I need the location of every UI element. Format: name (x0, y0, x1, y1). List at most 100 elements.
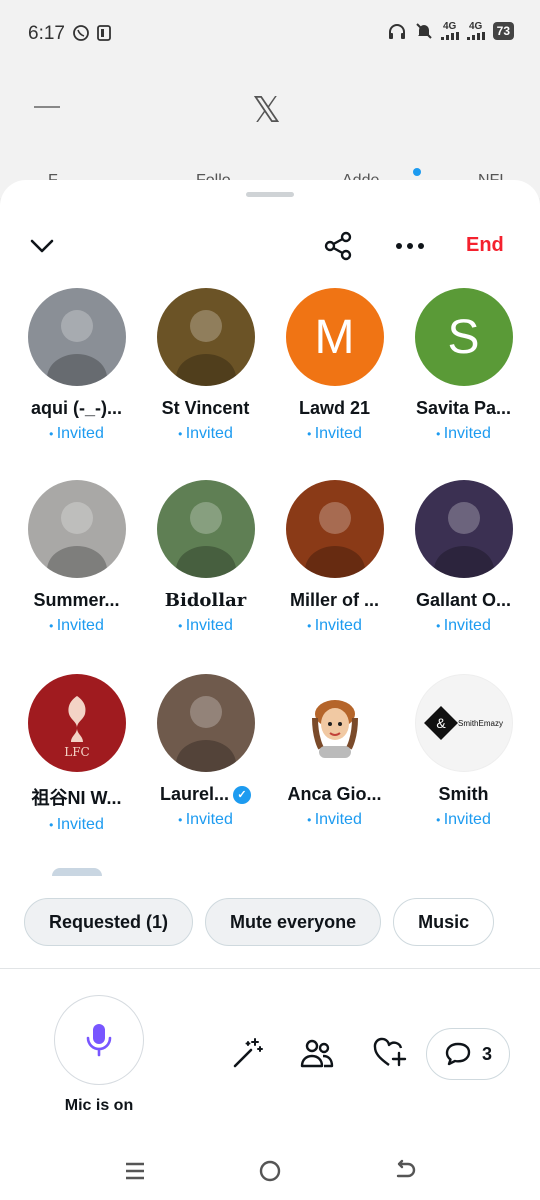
cartoon-avatar-icon (311, 700, 358, 758)
participants-button[interactable] (297, 1033, 337, 1073)
participant-card[interactable]: Gallant O... Invited (399, 480, 528, 635)
battery-level: 73 (492, 22, 514, 40)
participant-name-text: St Vincent (161, 398, 250, 418)
photo-placeholder-icon (46, 310, 107, 386)
invite-status: Invited (12, 816, 141, 834)
logo-text: SmithEmazy (458, 718, 503, 728)
reactions-button[interactable] (228, 1033, 268, 1073)
avatar (285, 480, 384, 578)
participant-name-text: Summer... (33, 590, 120, 610)
participant-card[interactable]: Bidollar Invited (141, 480, 270, 635)
verified-badge-icon: ✓ (233, 785, 252, 804)
avatar: LFC (27, 674, 126, 772)
signal-indicator-1: 4G (440, 22, 459, 40)
notification-dot (413, 168, 421, 176)
recents-button[interactable] (120, 1158, 150, 1184)
photo-placeholder-icon (433, 502, 494, 578)
back-button[interactable] (390, 1158, 420, 1184)
drag-handle[interactable] (246, 192, 294, 197)
system-nav-bar (0, 1140, 540, 1200)
magic-wand-icon (233, 1038, 263, 1068)
notification-icon (97, 25, 111, 41)
home-button[interactable] (255, 1158, 285, 1184)
add-cohost-button[interactable] (370, 1033, 410, 1073)
mic-icon (86, 1024, 112, 1057)
avatar: & SmithEmazy (414, 674, 513, 772)
participant-name: Smith (399, 784, 528, 805)
participant-card[interactable]: Anca Gio... Invited (270, 674, 399, 829)
photo-placeholder-icon (304, 502, 365, 578)
participant-card[interactable]: aqui (-_-)... Invited (12, 288, 141, 443)
participant-card[interactable]: Miller of ... Invited (270, 480, 399, 635)
participant-name: Summer... (12, 590, 141, 611)
back-icon (396, 1159, 416, 1178)
invite-status: Invited (399, 425, 528, 443)
avatar (27, 480, 126, 578)
invite-status: Invited (12, 617, 141, 635)
participant-name-text: Gallant O... (415, 590, 512, 610)
status-bar: 6:17 4G 4G 73 (0, 0, 540, 68)
mic-status-label: Mic is on (64, 1097, 134, 1114)
avatar: S (414, 288, 513, 386)
whatsapp-icon (73, 25, 89, 41)
participant-name-text: Savita Pa... (415, 398, 512, 418)
participant-name: Laurel... ✓ (141, 784, 270, 805)
participant-card[interactable]: LFC 祖谷NI W... Invited (12, 674, 141, 834)
end-space-button[interactable]: End (466, 234, 504, 257)
requested-button[interactable]: Requested (1) (24, 898, 194, 946)
participant-card[interactable]: & SmithEmazy Smith Invited (399, 674, 528, 829)
participant-name-text: 祖谷NI W... (31, 788, 122, 808)
comments-button[interactable]: 3 (426, 1028, 510, 1080)
background-app: 𝕏 F Follo Adde NFL (0, 68, 540, 198)
diamond-logo-icon: & (424, 706, 459, 740)
x-logo-icon: 𝕏 (252, 90, 282, 131)
participant-card[interactable]: St Vincent Invited (141, 288, 270, 443)
participant-card[interactable]: S Savita Pa... Invited (399, 288, 528, 443)
crest-icon: LFC (64, 696, 89, 758)
mic-button[interactable] (54, 995, 144, 1085)
invite-status: Invited (12, 425, 141, 443)
participant-card[interactable]: Summer... Invited (12, 480, 141, 635)
participant-name-text: Miller of ... (289, 590, 379, 610)
comment-count: 3 (481, 1043, 492, 1064)
heart-plus-icon (373, 1037, 407, 1067)
participant-name-text: Smith (438, 784, 489, 804)
avatar-letter: S (447, 310, 480, 364)
people-icon (300, 1039, 334, 1068)
avatar: M (285, 288, 384, 386)
space-sheet: End aqui (-_-)... Invited St Vincent Invite… (0, 180, 540, 1200)
svg-text:&: & (436, 715, 446, 731)
share-icon (324, 231, 352, 261)
participant-card[interactable]: M Lawd 21 Invited (270, 288, 399, 443)
photo-placeholder-icon (175, 696, 236, 772)
participant-card[interactable]: Laurel...✓ Invited (141, 674, 270, 829)
participant-name: aqui (-_-)... (12, 398, 141, 419)
avatar (156, 480, 255, 578)
mute-bell-icon (415, 23, 432, 39)
participant-name: Lawd 21 (270, 398, 399, 419)
divider (0, 968, 540, 969)
invite-status: Invited (141, 811, 270, 829)
avatar-letter: M (314, 310, 355, 364)
collapse-button[interactable] (26, 230, 58, 262)
invite-status: Invited (270, 617, 399, 635)
invite-status: Invited (141, 617, 270, 635)
more-button[interactable] (392, 232, 428, 260)
participant-name: Miller of ... (270, 590, 399, 611)
home-circle-icon (259, 1160, 281, 1182)
invite-status: Invited (270, 811, 399, 829)
participant-name: Anca Gio... (270, 784, 399, 805)
photo-placeholder-icon (175, 502, 236, 578)
action-pills: Requested (1) Mute everyone Music (24, 898, 495, 946)
partial-avatar (52, 868, 102, 876)
share-button[interactable] (320, 228, 356, 264)
music-button[interactable]: Music (393, 898, 495, 946)
participant-name-text: Laurel... (159, 784, 230, 804)
participant-name: Gallant O... (399, 590, 528, 611)
participant-name: Bidollar (141, 590, 270, 611)
invite-status: Invited (399, 617, 528, 635)
invite-status: Invited (399, 811, 528, 829)
photo-placeholder-icon (46, 502, 107, 578)
avatar (285, 674, 384, 772)
mute-everyone-button[interactable]: Mute everyone (205, 898, 382, 946)
